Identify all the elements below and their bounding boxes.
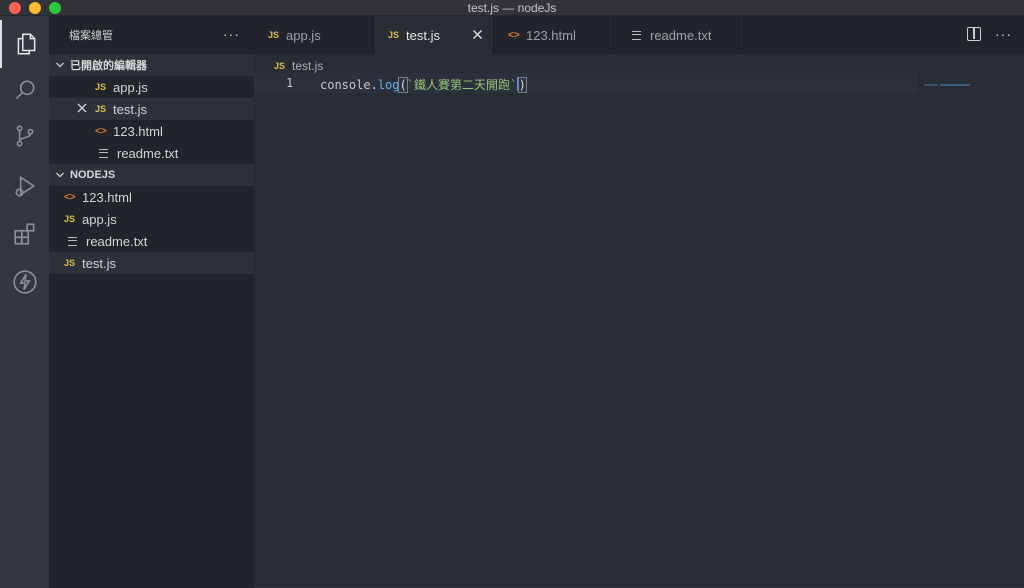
js-file-icon: JS [95, 104, 107, 114]
extensions-icon [13, 223, 34, 245]
html-file-icon: <> [508, 29, 520, 41]
minimap[interactable] [924, 73, 1024, 86]
close-icon[interactable] [76, 102, 88, 114]
code-close-paren: ) [517, 77, 527, 93]
split-editor-icon[interactable] [967, 27, 981, 41]
tab-label: test.js [406, 27, 440, 43]
js-file-icon: JS [388, 30, 400, 40]
code-string: `鐵人賽第二天開跑` [406, 78, 518, 92]
code-object: console. [320, 78, 378, 92]
js-file-icon: JS [95, 82, 107, 92]
open-editor-label: app.js [113, 79, 148, 95]
search-icon [15, 80, 34, 100]
files-icon [17, 33, 35, 55]
html-file-icon: <> [95, 125, 107, 137]
folder-section-header[interactable]: NODEJS [49, 164, 254, 186]
code-line[interactable]: console.log(`鐵人賽第二天開跑`) [320, 76, 527, 93]
open-editor-label: readme.txt [117, 145, 179, 161]
activity-lightning[interactable] [0, 258, 49, 306]
title-bar: test.js — nodeJs [0, 0, 1024, 16]
file-label: readme.txt [86, 233, 148, 249]
lightning-icon [12, 270, 37, 294]
file-tree-item[interactable]: JS app.js [49, 208, 254, 230]
js-file-icon: JS [64, 214, 76, 224]
activity-explorer[interactable] [0, 20, 49, 68]
more-actions-icon[interactable]: ··· [223, 26, 240, 42]
explorer-title: 檔案總管 [69, 30, 113, 42]
tab-label: readme.txt [650, 27, 712, 43]
chevron-down-icon [56, 62, 64, 68]
js-file-icon: JS [64, 258, 76, 268]
debug-icon [15, 175, 35, 197]
tab-label: app.js [286, 27, 321, 43]
open-editor-item[interactable]: <> 123.html [49, 120, 254, 142]
html-file-icon: <> [64, 191, 76, 203]
file-label: 123.html [82, 189, 132, 205]
source-control-icon [16, 125, 33, 147]
text-file-icon [632, 28, 650, 43]
tab-actions: ··· [967, 26, 1012, 42]
tab-app-js[interactable]: JS app.js [254, 16, 374, 54]
file-label: test.js [82, 255, 116, 271]
tab-label: 123.html [526, 27, 576, 43]
activity-extensions[interactable] [0, 210, 49, 258]
tab-test-js[interactable]: JS test.js [374, 16, 494, 54]
line-number: 1 [286, 76, 294, 90]
code-open-paren: ( [398, 77, 408, 93]
js-file-icon: JS [268, 30, 280, 40]
editor-tabs: JS app.js JS test.js <> 123.html readme.… [254, 16, 1024, 54]
close-icon[interactable] [472, 29, 483, 40]
activity-source-control[interactable] [0, 112, 49, 160]
explorer-sidebar: 檔案總管 ··· 已開啟的編輯器 JS app.js JS test.js <>… [49, 16, 254, 588]
text-file-icon [68, 234, 86, 249]
code-method: log [377, 78, 400, 92]
activity-bar [0, 16, 49, 588]
file-tree-item[interactable]: JS test.js [49, 252, 254, 274]
breadcrumb-file[interactable]: test.js [292, 59, 323, 73]
window-title: test.js — nodeJs [467, 1, 557, 15]
open-editor-item[interactable]: JS app.js [49, 76, 254, 98]
chevron-down-icon [56, 172, 64, 178]
open-editor-label: test.js [113, 101, 147, 117]
explorer-header: 檔案總管 ··· [49, 16, 254, 54]
tab-123-html[interactable]: <> 123.html [494, 16, 614, 54]
open-editors-section-header[interactable]: 已開啟的編輯器 [49, 54, 254, 76]
open-editor-item[interactable]: readme.txt [49, 142, 254, 164]
text-file-icon [99, 146, 117, 161]
file-tree-item[interactable]: readme.txt [49, 230, 254, 252]
file-tree-item[interactable]: <> 123.html [49, 186, 254, 208]
activity-search[interactable] [0, 66, 49, 114]
activity-run-debug[interactable] [0, 162, 49, 210]
open-editors-label: 已開啟的編輯器 [70, 60, 147, 72]
open-editor-label: 123.html [113, 123, 163, 139]
more-actions-icon[interactable]: ··· [995, 26, 1012, 42]
open-editor-item[interactable]: JS test.js [49, 98, 254, 120]
file-label: app.js [82, 211, 117, 227]
tab-readme-txt[interactable]: readme.txt [614, 16, 739, 54]
code-editor[interactable]: JS test.js 1 console.log(`鐵人賽第二天開跑`) [254, 54, 1024, 588]
folder-label: NODEJS [70, 169, 116, 181]
js-file-icon: JS [274, 61, 286, 71]
